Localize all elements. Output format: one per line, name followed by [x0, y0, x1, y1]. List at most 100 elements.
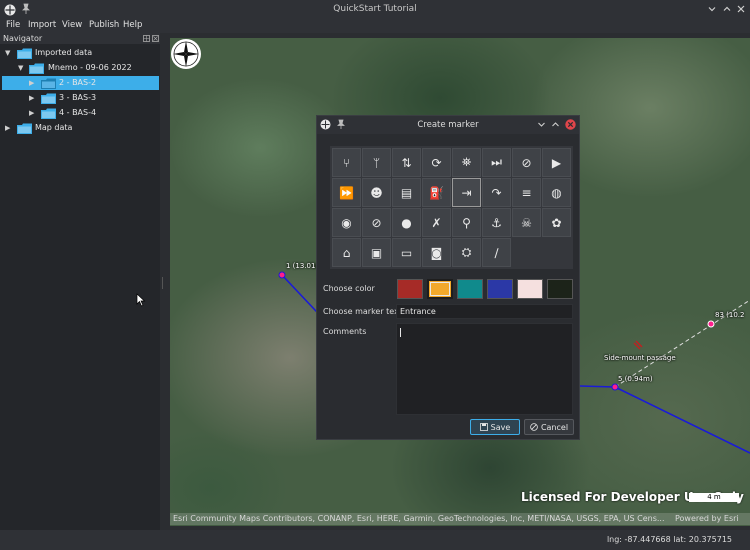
marker-icon-grid: ⑂ ᛘ ⇅ ⟳ ⛯ ⏭ ⊘ ▶ ⏩ ☻ ▤ ⛽ ⇥ ↷ ≡ ◍ ◉ ⊘ ● ✗ …: [330, 146, 573, 269]
marker-icon-option[interactable]: ↷: [482, 178, 511, 207]
compass-icon: [171, 39, 201, 69]
marker-icon-option[interactable]: ⟳: [422, 148, 451, 177]
marker-icon-option[interactable]: ▣: [362, 238, 391, 267]
color-swatch-red[interactable]: [397, 279, 423, 299]
tree-item-label: 4 - BAS-4: [59, 108, 97, 117]
tree-item-label: 3 - BAS-3: [59, 93, 97, 102]
marker-icon-option[interactable]: ◙: [422, 238, 451, 267]
coordinates-readout: lng: -87.447668 lat: 20.375715: [606, 535, 732, 544]
marker-icon-option[interactable]: ✗: [422, 208, 451, 237]
tree-item-bas-2[interactable]: ▶ 2 - BAS-2: [2, 76, 159, 90]
menu-import[interactable]: Import: [28, 20, 56, 30]
marker-icon-option[interactable]: ⌂: [332, 238, 361, 267]
navigator-title: Navigator: [3, 34, 43, 43]
close-panel-icon[interactable]: [152, 35, 159, 42]
color-swatch-pink[interactable]: [517, 279, 543, 299]
marker-icon-option[interactable]: ▶: [542, 148, 571, 177]
tree-item-label: Map data: [35, 123, 73, 132]
folder-icon: [17, 48, 32, 59]
window-title: QuickStart Tutorial: [333, 4, 417, 14]
color-swatch-teal[interactable]: [457, 279, 483, 299]
save-icon: [479, 423, 488, 431]
save-button[interactable]: Save: [470, 419, 520, 435]
minimize-icon[interactable]: [706, 3, 718, 15]
comments-field[interactable]: [396, 323, 573, 415]
close-icon[interactable]: [565, 119, 576, 130]
minimize-icon[interactable]: [536, 119, 547, 130]
menu-file[interactable]: File: [6, 20, 20, 30]
menu-view[interactable]: View: [62, 20, 82, 30]
create-marker-dialog: Create marker ⑂ ᛘ ⇅ ⟳ ⛯ ⏭ ⊘ ▶ ⏩ ☻ ▤ ⛽ ⇥ …: [316, 115, 580, 440]
map-attribution: Esri Community Maps Contributors, CONANP…: [170, 513, 750, 525]
marker-icon-option[interactable]: ◍: [542, 178, 571, 207]
chevron-right-icon[interactable]: ▶: [29, 109, 34, 117]
window-titlebar: QuickStart Tutorial: [0, 0, 750, 20]
choose-color-label: Choose color: [323, 284, 375, 293]
marker-icon-option[interactable]: ⏭: [482, 148, 511, 177]
station-label: 83 (10.2: [715, 311, 745, 319]
folder-icon: [29, 63, 44, 74]
tree-item-bas-4[interactable]: ▶ 4 - BAS-4: [0, 106, 160, 120]
color-swatch-blue[interactable]: [487, 279, 513, 299]
marker-icon-option[interactable]: ⚓: [482, 208, 511, 237]
marker-icon-option[interactable]: ᛘ: [362, 148, 391, 177]
tree-item-label: Mnemo - 09-06 2022: [48, 63, 132, 72]
marker-text-label: Choose marker text: [323, 307, 402, 316]
maximize-icon[interactable]: [721, 3, 733, 15]
marker-icon-option[interactable]: ⛯: [452, 148, 481, 177]
folder-icon: [41, 108, 56, 119]
marker-text-field[interactable]: Entrance: [396, 304, 573, 319]
chevron-right-icon[interactable]: ▶: [29, 79, 34, 87]
marker-icon-option[interactable]: ☠: [512, 208, 541, 237]
marker-icon-option[interactable]: ◉: [332, 208, 361, 237]
navigator-panel: Navigator ▼ Imported data ▼ Mnemo - 09-0…: [0, 33, 160, 530]
tree-item-label: 2 - BAS-2: [59, 78, 97, 87]
tree-item-map-data[interactable]: ▶ Map data: [0, 121, 160, 135]
color-swatch-orange[interactable]: [427, 279, 453, 299]
marker-label: Side-mount passage: [604, 354, 676, 362]
color-swatch-dark-green[interactable]: [547, 279, 573, 299]
marker-icon-option[interactable]: ✿: [542, 208, 571, 237]
chevron-down-icon[interactable]: ▼: [5, 49, 10, 57]
cancel-button[interactable]: Cancel: [524, 419, 574, 435]
mouse-cursor-icon: [136, 293, 146, 307]
chevron-down-icon[interactable]: ▼: [18, 64, 23, 72]
chevron-right-icon[interactable]: ▶: [5, 124, 10, 132]
marker-icon-option[interactable]: ⑂: [332, 148, 361, 177]
comments-label: Comments: [323, 327, 367, 336]
panel-splitter[interactable]: [160, 33, 170, 530]
marker-icon-option[interactable]: ☻: [362, 178, 391, 207]
marker-icon-option[interactable]: ⏩: [332, 178, 361, 207]
marker-icon-option[interactable]: ⇅: [392, 148, 421, 177]
tree-item-imported-data[interactable]: ▼ Imported data: [0, 46, 160, 60]
tree-item-label: Imported data: [35, 48, 93, 57]
marker-icon-option[interactable]: ⛽: [422, 178, 451, 207]
marker-icon-option[interactable]: ⊘: [362, 208, 391, 237]
close-icon[interactable]: [735, 3, 747, 15]
maximize-icon[interactable]: [550, 119, 561, 130]
menu-help[interactable]: Help: [123, 20, 142, 30]
menu-bar: File Import View Publish Help: [0, 19, 750, 33]
status-bar: lng: -87.447668 lat: 20.375715: [0, 530, 750, 550]
text-caret: [400, 328, 401, 337]
tree-item-bas-3[interactable]: ▶ 3 - BAS-3: [0, 91, 160, 105]
folder-icon: [41, 78, 56, 89]
navigator-header: Navigator: [0, 33, 160, 44]
marker-icon-option[interactable]: ▤: [392, 178, 421, 207]
scale-bar: 4 m: [689, 493, 739, 502]
float-icon[interactable]: [143, 35, 150, 42]
marker-icon-option[interactable]: ▭: [392, 238, 421, 267]
marker-text-value: Entrance: [400, 307, 436, 316]
folder-icon: [41, 93, 56, 104]
marker-icon-option[interactable]: ●: [392, 208, 421, 237]
marker-icon-option[interactable]: ⚲: [452, 208, 481, 237]
marker-icon-option[interactable]: ∕: [482, 238, 511, 267]
chevron-right-icon[interactable]: ▶: [29, 94, 34, 102]
menu-publish[interactable]: Publish: [89, 20, 119, 30]
marker-icon-option[interactable]: ≡: [512, 178, 541, 207]
marker-icon-option-selected[interactable]: ⇥: [452, 178, 481, 207]
marker-icon-option[interactable]: ⛭: [452, 238, 481, 267]
powered-by-link[interactable]: Powered by Esri: [675, 514, 739, 523]
tree-item-mnemo[interactable]: ▼ Mnemo - 09-06 2022: [0, 61, 160, 75]
marker-icon-option[interactable]: ⊘: [512, 148, 541, 177]
